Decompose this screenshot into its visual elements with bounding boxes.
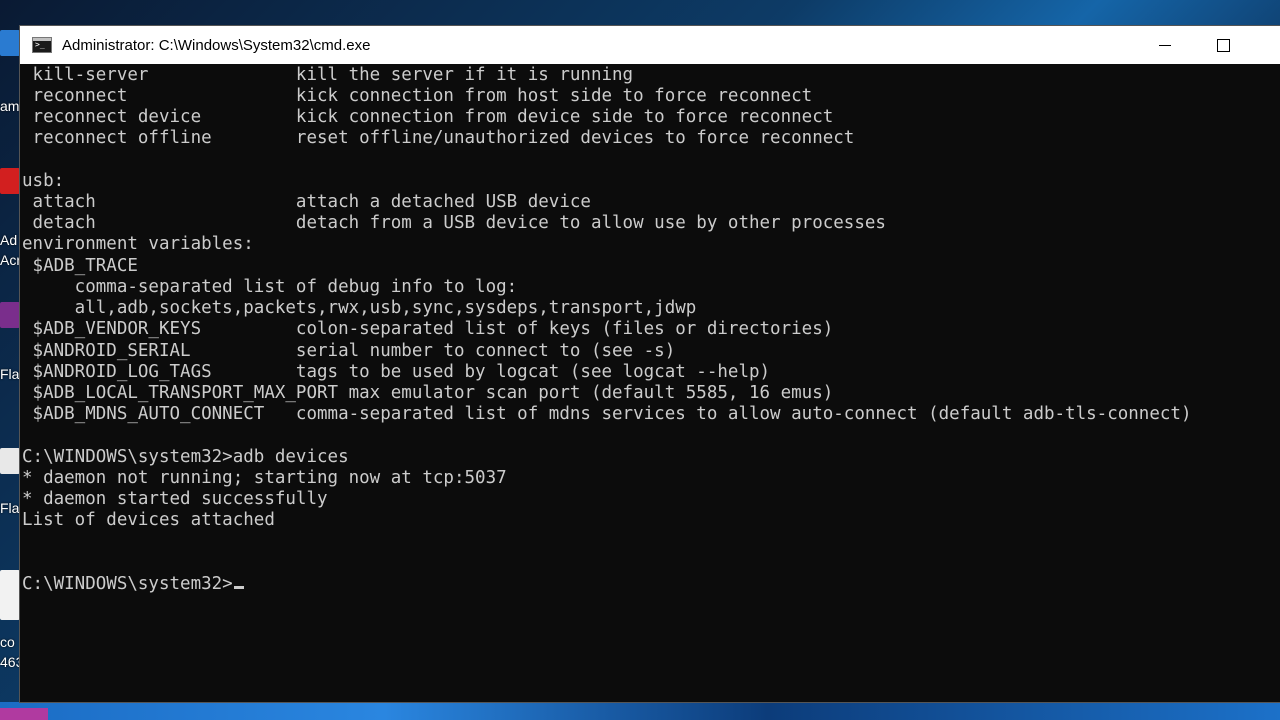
console-prompt: C:\WINDOWS\system32>: [22, 574, 233, 594]
console-line: reconnect offline reset offline/unauthor…: [22, 128, 855, 148]
desktop-shortcut-label: Fla: [0, 366, 20, 382]
archive-icon[interactable]: [0, 302, 20, 328]
console-line: $ADB_VENDOR_KEYS colon-separated list of…: [22, 319, 834, 339]
cmd-window: Administrator: C:\Windows\System32\cmd.e…: [20, 26, 1280, 702]
console-line: attach attach a detached USB device: [22, 192, 591, 212]
desktop-shortcut-label: Ad: [0, 232, 18, 248]
console-line: C:\WINDOWS\system32>adb devices: [22, 447, 349, 467]
minimize-icon: [1159, 44, 1171, 46]
document-icon[interactable]: [0, 570, 20, 620]
console-output[interactable]: kill-server kill the server if it is run…: [20, 64, 1280, 702]
desktop-shortcut-label: Acr: [0, 252, 21, 268]
console-line: $ANDROID_SERIAL serial number to connect…: [22, 341, 676, 361]
console-line: detach detach from a USB device to allow…: [22, 213, 886, 233]
desktop-wallpaper-bottom: [0, 702, 1280, 720]
console-line: usb:: [22, 171, 65, 191]
desktop-shortcut-label: am: [0, 98, 20, 114]
desktop-shortcut-label: Fla: [0, 500, 20, 516]
console-line: List of devices attached: [22, 510, 275, 530]
console-line: environment variables:: [22, 234, 254, 254]
console-line: reconnect kick connection from host side…: [22, 86, 813, 106]
console-line: all,adb,sockets,packets,rwx,usb,sync,sys…: [22, 298, 697, 318]
console-line: $ADB_LOCAL_TRANSPORT_MAX_PORT max emulat…: [22, 383, 834, 403]
desktop-shortcut-label: co: [0, 634, 15, 650]
console-line: $ANDROID_LOG_TAGS tags to be used by log…: [22, 362, 771, 382]
console-line: * daemon not running; starting now at tc…: [22, 468, 507, 488]
console-line: comma-separated list of debug info to lo…: [22, 277, 518, 297]
cmd-icon[interactable]: [32, 37, 52, 53]
maximize-button[interactable]: [1194, 26, 1252, 64]
console-line: reconnect device kick connection from de…: [22, 107, 834, 127]
desktop-icons-strip: am Ad Acr Fla Fla co 463: [0, 0, 22, 720]
text-cursor: [233, 586, 244, 589]
console-prompt-line[interactable]: C:\WINDOWS\system32>: [22, 574, 244, 595]
console-line: $ADB_TRACE: [22, 256, 138, 276]
console-line: $ADB_MDNS_AUTO_CONNECT comma-separated l…: [22, 404, 1192, 424]
window-title: Administrator: C:\Windows\System32\cmd.e…: [62, 36, 371, 54]
flash-tool-icon[interactable]: [0, 448, 20, 474]
taskbar-item-icon[interactable]: [0, 708, 48, 720]
console-line: * daemon started successfully: [22, 489, 328, 509]
minimize-button[interactable]: [1136, 26, 1194, 64]
desktop-shortcut-icon[interactable]: [0, 30, 20, 56]
console-line: kill-server kill the server if it is run…: [22, 65, 634, 85]
maximize-icon: [1216, 38, 1230, 52]
title-bar[interactable]: Administrator: C:\Windows\System32\cmd.e…: [20, 26, 1280, 64]
acrobat-icon[interactable]: [0, 168, 20, 194]
desktop-shortcut-label: 463: [0, 654, 22, 670]
